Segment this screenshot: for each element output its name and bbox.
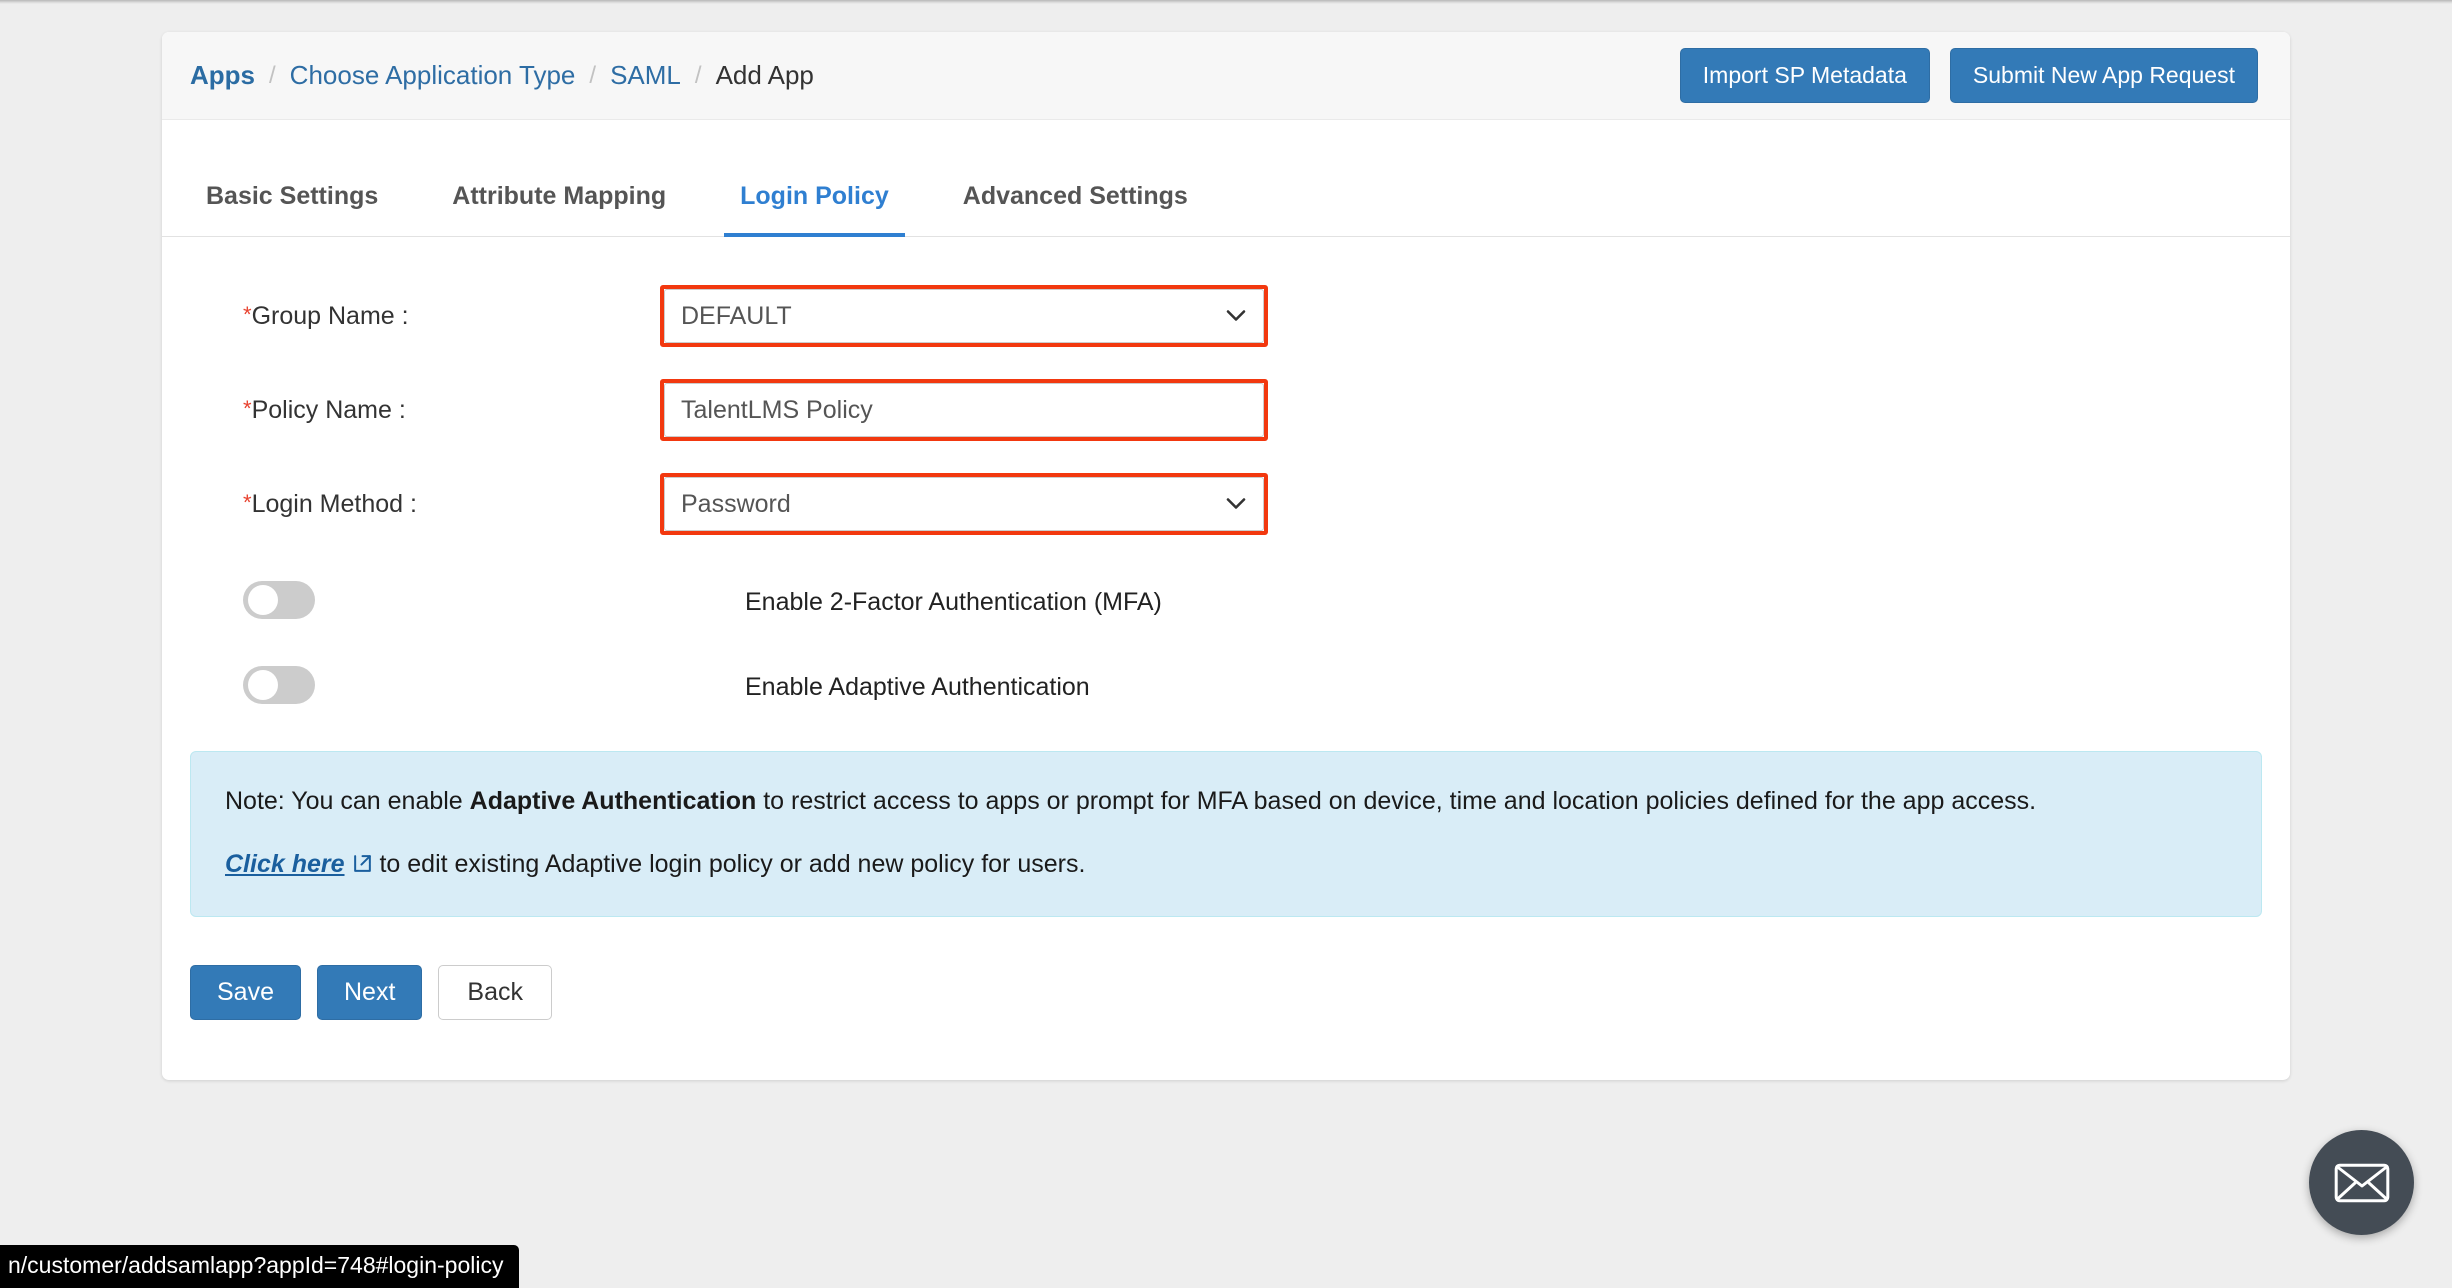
login-method-label: *Login Method :: [190, 490, 660, 519]
enable-mfa-label: Enable 2-Factor Authentication (MFA): [745, 588, 1162, 616]
browser-chrome-strip: [0, 0, 2452, 4]
tab-basic-settings[interactable]: Basic Settings: [190, 172, 394, 237]
tab-login-policy[interactable]: Login Policy: [724, 172, 905, 237]
breadcrumb: Apps / Choose Application Type / SAML / …: [190, 60, 814, 91]
note-line-2-text: to edit existing Adaptive login policy o…: [372, 849, 1086, 878]
contact-support-fab[interactable]: [2309, 1130, 2414, 1235]
policy-name-field-highlight: [660, 379, 1268, 441]
enable-adaptive-auth-label: Enable Adaptive Authentication: [745, 673, 1090, 701]
required-marker: *: [243, 489, 252, 515]
back-button[interactable]: Back: [438, 964, 552, 1020]
import-sp-metadata-button[interactable]: Import SP Metadata: [1679, 48, 1930, 103]
login-method-field-highlight: Password: [660, 473, 1268, 535]
breadcrumb-separator: /: [694, 61, 702, 89]
policy-name-input[interactable]: [664, 383, 1264, 437]
breadcrumb-separator: /: [589, 61, 597, 89]
note-suffix: to restrict access to apps or prompt for…: [756, 787, 2037, 815]
required-marker: *: [243, 395, 252, 421]
add-app-card: Apps / Choose Application Type / SAML / …: [162, 32, 2290, 1080]
header-actions: Import SP Metadata Submit New App Reques…: [1679, 48, 2258, 103]
group-name-field-highlight: DEFAULT: [660, 285, 1268, 347]
breadcrumb-separator: /: [269, 61, 276, 89]
policy-name-label: *Policy Name :: [190, 396, 660, 425]
note-line-1: Note: You can enable Adaptive Authentica…: [225, 782, 2227, 821]
toggle-knob: [248, 670, 278, 700]
click-here-link[interactable]: Click here: [225, 850, 345, 878]
card-header: Apps / Choose Application Type / SAML / …: [162, 32, 2290, 120]
submit-new-app-request-button[interactable]: Submit New App Request: [1949, 48, 2258, 103]
toggle-knob: [248, 585, 278, 615]
group-name-select[interactable]: DEFAULT: [664, 289, 1264, 343]
adaptive-toggle-col: [190, 666, 660, 709]
toggle-row-mfa: Enable 2-Factor Authentication (MFA): [190, 581, 2262, 624]
enable-mfa-toggle[interactable]: [243, 581, 315, 619]
login-policy-form: *Group Name : DEFAULT *Policy Name : *Lo…: [162, 237, 2290, 709]
group-name-label: *Group Name :: [190, 302, 660, 331]
external-link-icon[interactable]: [352, 853, 373, 874]
form-row-policy-name: *Policy Name :: [190, 379, 2262, 441]
note-bold-term: Adaptive Authentication: [469, 787, 757, 815]
status-bar-url: n/customer/addsamlapp?appId=748#login-po…: [0, 1245, 520, 1288]
breadcrumb-item-saml[interactable]: SAML: [610, 60, 681, 91]
group-name-label-text: Group Name :: [251, 301, 409, 330]
breadcrumb-item-choose-application-type[interactable]: Choose Application Type: [290, 60, 576, 91]
mfa-toggle-col: [190, 581, 660, 624]
next-button[interactable]: Next: [316, 964, 423, 1020]
note-line-2: Click here to edit existing Adaptive log…: [225, 845, 2227, 884]
toggle-row-adaptive: Enable Adaptive Authentication: [190, 666, 2262, 709]
breadcrumb-item-apps[interactable]: Apps: [190, 60, 255, 91]
save-button[interactable]: Save: [190, 964, 301, 1020]
breadcrumb-item-add-app: Add App: [715, 60, 814, 90]
note-prefix: Note: You can enable: [225, 787, 470, 815]
mail-icon: [2334, 1163, 2389, 1202]
form-actions: Save Next Back: [162, 917, 2290, 1080]
form-row-login-method: *Login Method : Password: [190, 473, 2262, 535]
policy-name-label-text: Policy Name :: [251, 395, 406, 424]
tab-bar: Basic Settings Attribute Mapping Login P…: [162, 172, 2290, 237]
card-body: Basic Settings Attribute Mapping Login P…: [162, 172, 2290, 1080]
login-method-select[interactable]: Password: [664, 477, 1264, 531]
form-row-group-name: *Group Name : DEFAULT: [190, 285, 2262, 347]
required-marker: *: [243, 301, 252, 327]
tab-attribute-mapping[interactable]: Attribute Mapping: [436, 172, 682, 237]
adaptive-auth-note: Note: You can enable Adaptive Authentica…: [190, 751, 2262, 917]
enable-adaptive-auth-toggle[interactable]: [243, 666, 315, 704]
login-method-label-text: Login Method :: [251, 489, 417, 518]
tab-advanced-settings[interactable]: Advanced Settings: [947, 172, 1204, 237]
